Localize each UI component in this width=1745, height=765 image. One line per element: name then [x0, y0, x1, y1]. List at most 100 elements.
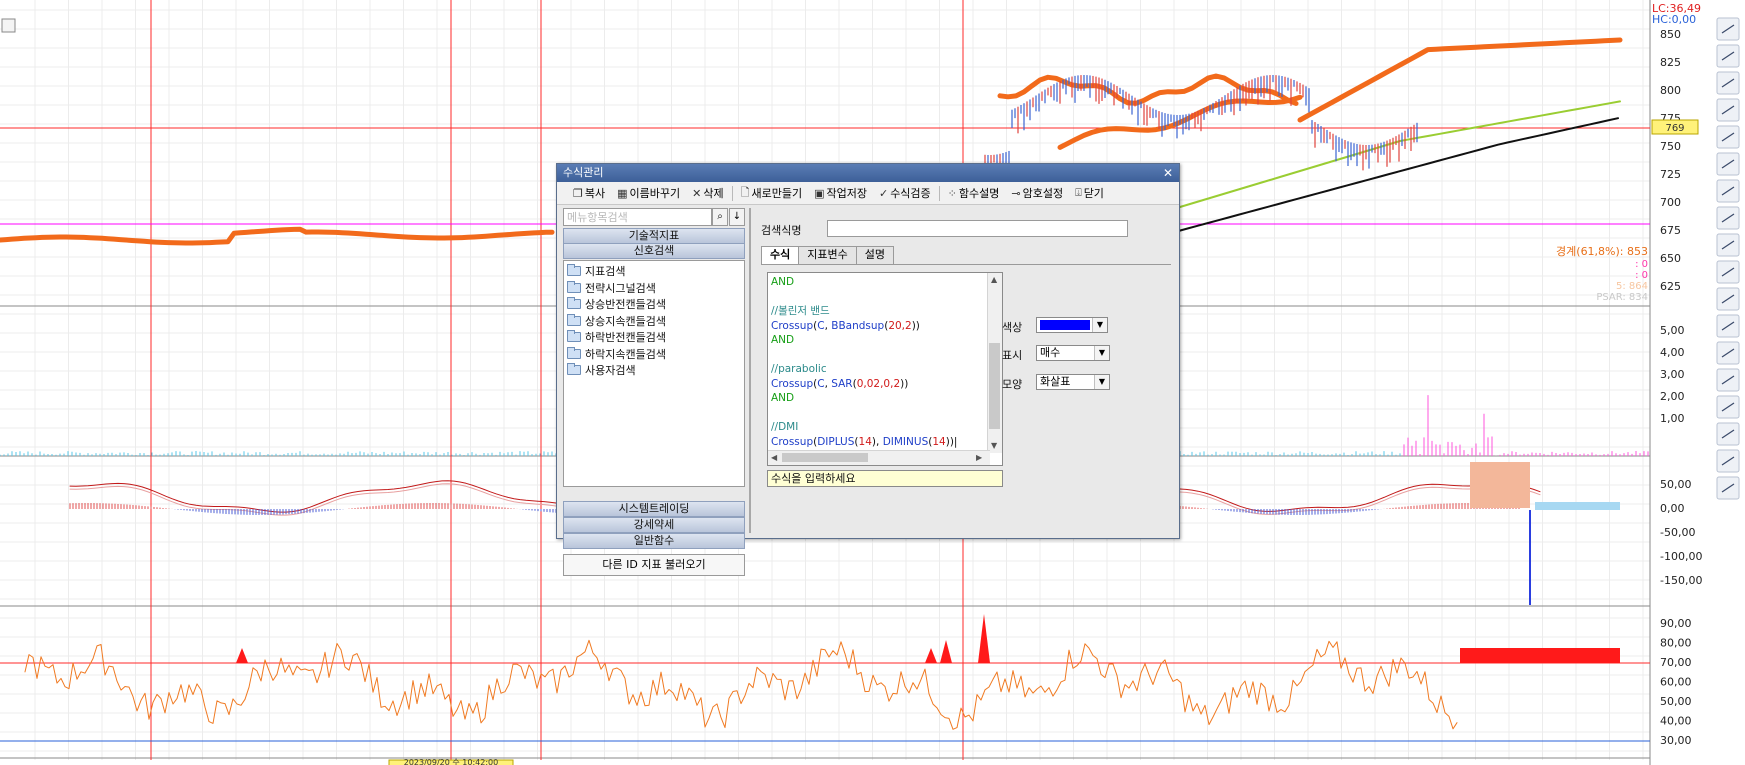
- close-icon[interactable]: ✕: [1163, 164, 1173, 182]
- tree-item[interactable]: 하락반전캔들검색: [567, 329, 744, 346]
- search-icon[interactable]: ⌕: [712, 208, 728, 226]
- tree-item[interactable]: 지표검색: [567, 263, 744, 280]
- macd-tick-label: -150,00: [1660, 574, 1702, 587]
- hc-label: HC:0,00: [1652, 13, 1696, 26]
- rsi-tick-label: 40,00: [1660, 715, 1692, 728]
- chevron-down-icon: ▼: [1094, 346, 1109, 360]
- folder-icon: [567, 297, 581, 310]
- tab-formula[interactable]: 수식: [761, 246, 800, 265]
- formula-code: AND //볼린저 밴드 Crossup(C, BBandsup(20,2)) …: [771, 276, 958, 448]
- calendar-icon: [1, 18, 16, 33]
- help-icon: ⁘: [947, 186, 957, 200]
- category-system-trading[interactable]: 시스템트레이딩: [563, 501, 745, 517]
- copy-button[interactable]: ❐ 복사: [567, 183, 611, 203]
- scroll-thumb[interactable]: [782, 453, 868, 462]
- rsi-tick-label: 90,00: [1660, 617, 1692, 630]
- folder-icon: [567, 313, 581, 326]
- price-tick-label: 850: [1660, 28, 1681, 41]
- display-label: 표시: [1002, 349, 1023, 362]
- macd-tick-label: -50,00: [1660, 526, 1695, 539]
- toolbar-divider: [938, 185, 940, 201]
- tree-item[interactable]: 사용자검색: [567, 362, 744, 379]
- color-label: 색상: [1002, 321, 1023, 334]
- new-button[interactable]: 🗋 새로만들기: [735, 183, 808, 203]
- price-tick-label: 675: [1660, 224, 1681, 237]
- tree-item[interactable]: 하락지속캔들검색: [567, 346, 744, 363]
- ma-green-line: [1169, 100, 1621, 211]
- volume-tick-label: 1,00: [1660, 412, 1685, 425]
- editor-horizontal-scrollbar[interactable]: ◀ ▶: [768, 450, 990, 465]
- rename-button[interactable]: ▦ 이름바꾸기: [611, 183, 686, 203]
- close-button[interactable]: ⍗ 닫기: [1069, 183, 1110, 203]
- delete-button[interactable]: ✕ 삭제: [686, 183, 729, 203]
- import-other-id-button[interactable]: 다른 ID 지표 불러오기: [563, 554, 745, 576]
- price-tag: 769: [1665, 123, 1684, 134]
- macd-fill-area: [1470, 462, 1530, 508]
- display-select[interactable]: 매수 ▼: [1036, 345, 1110, 361]
- rsi-tick-label: 70,00: [1660, 656, 1692, 669]
- formula-manager-dialog: 수식관리 ✕ ❐ 복사 ▦ 이름바꾸기 ✕ 삭제 🗋 새로만들기 ▣ 작업저장 ✓ 수식검증…: [556, 163, 1180, 576]
- folder-icon: [567, 264, 581, 277]
- price-tick-label: 750: [1660, 140, 1681, 153]
- chevron-down-icon: ▼: [1094, 375, 1109, 389]
- scroll-down-icon[interactable]: ▼: [991, 441, 997, 450]
- panel-divider: [749, 208, 751, 533]
- menu-search-input[interactable]: 메뉴항목검색: [563, 208, 712, 226]
- date-tag: 2023/09/20 수 10:42:00: [404, 758, 499, 765]
- tree-item[interactable]: 상승반전캔들검색: [567, 296, 744, 313]
- chevron-down-icon: ▼: [1092, 318, 1107, 332]
- folder-icon: [567, 330, 581, 343]
- price-tick-label: 725: [1660, 168, 1681, 181]
- tree-item[interactable]: 상승지속캔들검색: [567, 313, 744, 330]
- category-signal-search[interactable]: 신호검색: [563, 243, 745, 259]
- price-tick-label: 700: [1660, 196, 1681, 209]
- search-name-input[interactable]: [827, 220, 1128, 237]
- color-select[interactable]: ▼: [1036, 317, 1108, 333]
- down-arrow-icon[interactable]: ↓: [729, 208, 745, 226]
- shape-select[interactable]: 화살표 ▼: [1036, 374, 1110, 390]
- category-general-functions[interactable]: 일반함수: [563, 533, 745, 549]
- dialog-toolbar: ❐ 복사 ▦ 이름바꾸기 ✕ 삭제 🗋 새로만들기 ▣ 작업저장 ✓ 수식검증 ⁘ 함수설명 …: [557, 182, 1179, 205]
- macd-fill-area-blue: [1535, 502, 1620, 510]
- rsi-tick-label: 50,00: [1660, 695, 1692, 708]
- scroll-up-icon[interactable]: ▲: [991, 275, 997, 284]
- formula-hint: 수식을 입력하세요: [767, 470, 1003, 487]
- volume-tick-label: 5,00: [1660, 324, 1685, 337]
- scroll-left-icon[interactable]: ◀: [771, 453, 777, 462]
- folder-icon: [567, 346, 581, 359]
- formula-tree: 지표검색 전략시그널검색 상승반전캔들검색 상승지속캔들검색 하락반전캔들검색 …: [563, 260, 745, 487]
- function-help-button[interactable]: ⁘ 함수설명: [942, 183, 1006, 203]
- tab-variables[interactable]: 지표변수: [798, 246, 857, 264]
- category-strength[interactable]: 강세약세: [563, 517, 745, 533]
- exit-icon: ⍗: [1075, 186, 1082, 199]
- scroll-thumb[interactable]: [989, 343, 1000, 429]
- price-tick-label: 800: [1660, 84, 1681, 97]
- category-technical[interactable]: 기술적지표: [563, 228, 745, 244]
- copy-icon: ❐: [573, 186, 583, 200]
- password-button[interactable]: ⊸ 암호설정: [1005, 183, 1069, 203]
- tree-item[interactable]: 전략시그널검색: [567, 280, 744, 297]
- formula-tabs: 수식 지표변수 설명: [761, 246, 894, 265]
- dialog-title-bar[interactable]: 수식관리 ✕: [557, 164, 1179, 182]
- folder-icon: [567, 280, 581, 293]
- scroll-right-icon[interactable]: ▶: [976, 453, 982, 462]
- x-icon: ✕: [692, 186, 702, 200]
- tab-description[interactable]: 설명: [855, 246, 894, 264]
- formula-editor[interactable]: AND //볼린저 밴드 Crossup(C, BBandsup(20,2)) …: [767, 272, 1003, 466]
- macd-tick-label: 0,00: [1660, 502, 1685, 515]
- rsi-overbought-fill: [1460, 648, 1620, 663]
- price-tick-label: 625: [1660, 280, 1681, 293]
- verify-button[interactable]: ✓ 수식검증: [873, 183, 937, 203]
- value-label: : 0: [1635, 259, 1648, 270]
- save-button[interactable]: ▣ 작업저장: [808, 183, 873, 203]
- rsi-tick-label: 60,00: [1660, 676, 1692, 689]
- toolbar-divider: [731, 185, 733, 201]
- price-tick-label: 650: [1660, 252, 1681, 265]
- psar-label: PSAR: 834: [1596, 292, 1648, 303]
- rsi-tick-label: 80,00: [1660, 637, 1692, 650]
- rsi-peak-fill: [940, 640, 952, 663]
- name-label: 검색식명: [761, 224, 802, 237]
- editor-vertical-scrollbar[interactable]: ▲ ▼: [987, 273, 1002, 453]
- volume-tick-label: 4,00: [1660, 346, 1685, 359]
- rename-icon: ▦: [617, 186, 628, 200]
